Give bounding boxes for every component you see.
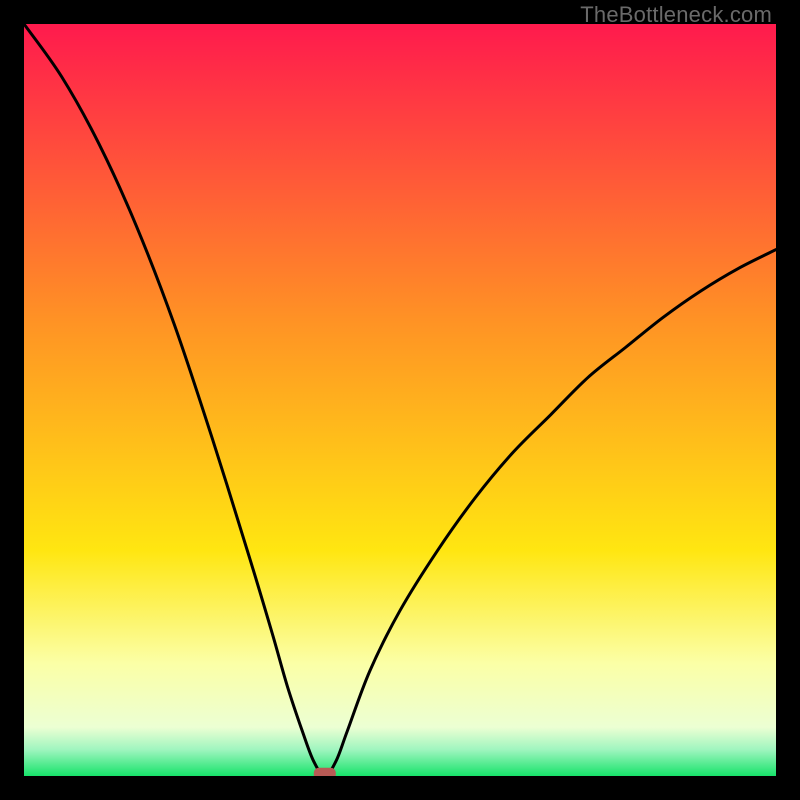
gradient-background bbox=[24, 24, 776, 776]
chart-frame bbox=[24, 24, 776, 776]
bottleneck-chart bbox=[24, 24, 776, 776]
optimal-point-marker bbox=[314, 768, 336, 776]
